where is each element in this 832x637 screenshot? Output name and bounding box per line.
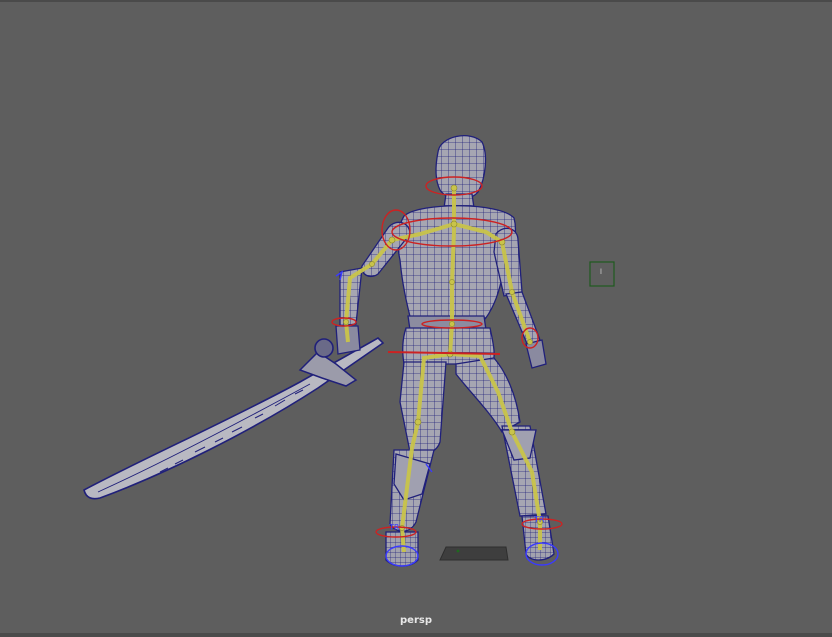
persp-viewport[interactable]: TR TR l persp <box>0 0 832 637</box>
scene-canvas[interactable]: TR TR l <box>0 2 832 637</box>
left-foot-tag: TR <box>388 523 400 532</box>
ground-shadow-plane[interactable] <box>439 546 509 561</box>
right-foot-tag: TR <box>533 515 545 524</box>
locator[interactable]: l <box>589 261 615 287</box>
sword-mesh[interactable] <box>83 337 385 500</box>
viewport-bottom-border <box>0 633 832 637</box>
ground-pivot-dot <box>456 549 460 553</box>
camera-name-label: persp <box>400 615 432 626</box>
locator-label: l <box>600 268 602 276</box>
